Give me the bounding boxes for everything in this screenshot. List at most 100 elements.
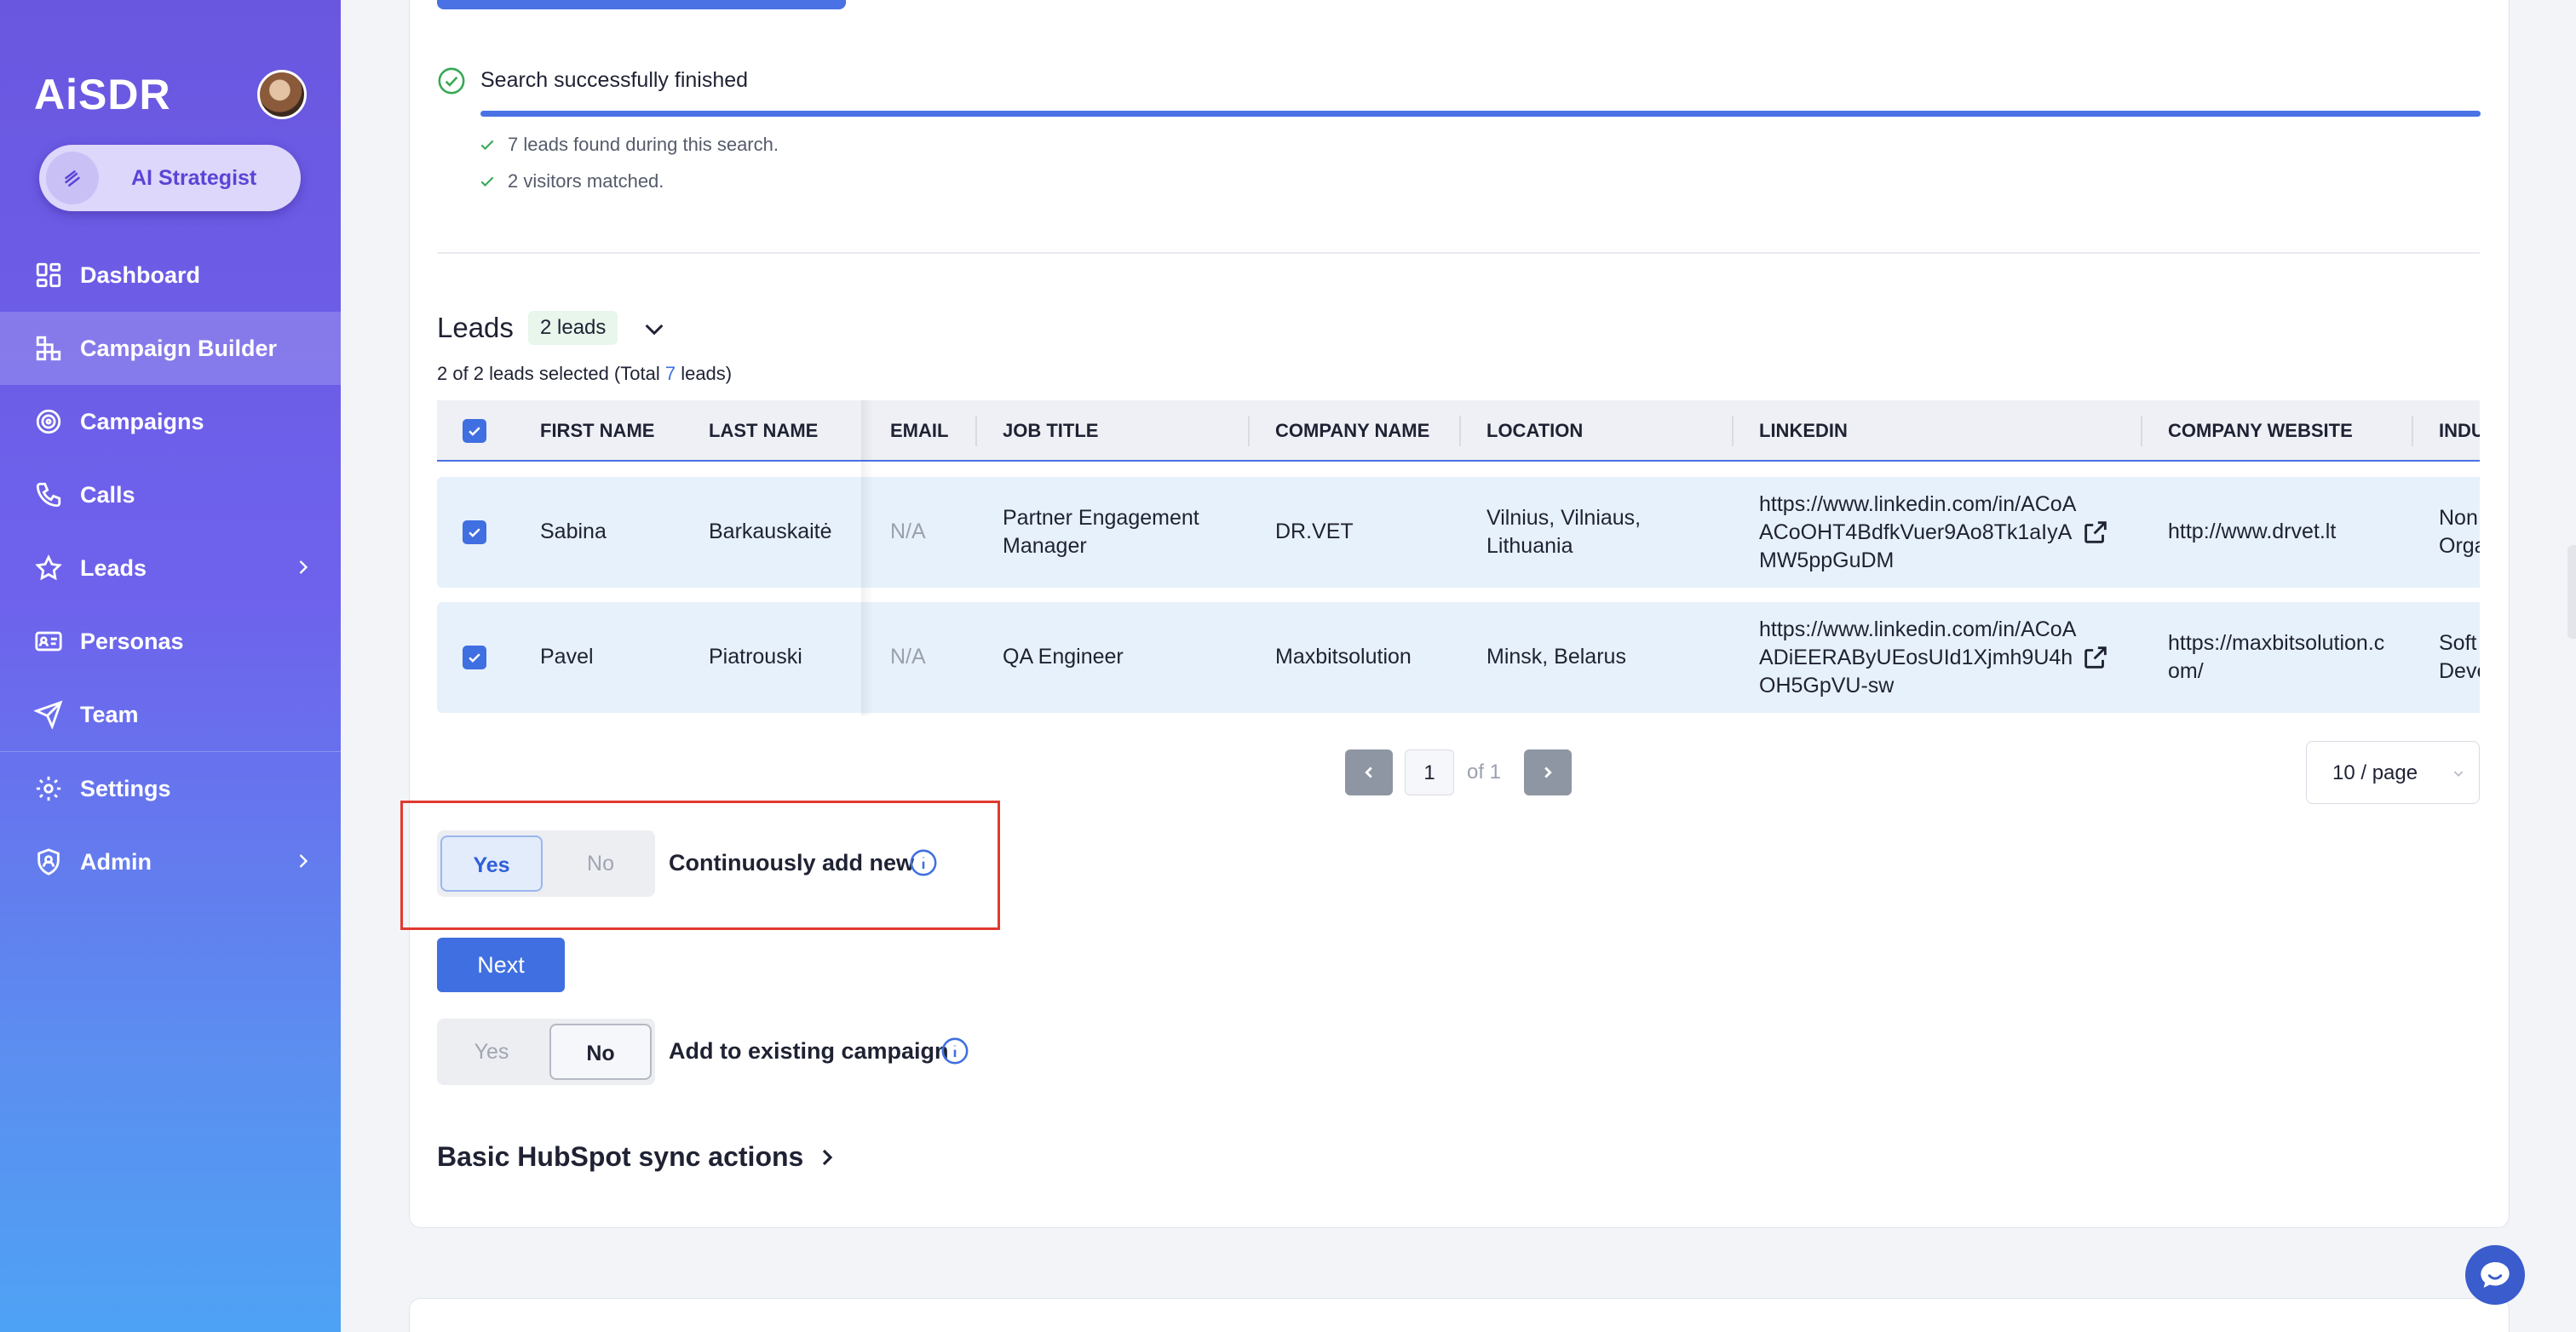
sticky-column-shadow <box>861 400 873 715</box>
col-company-name[interactable]: COMPANY NAME <box>1275 400 1429 462</box>
cell-company: DR.VET <box>1275 520 1354 543</box>
existing-campaign-toggle[interactable]: Yes No <box>437 1019 655 1085</box>
existing-campaign-label: Add to existing campaign <box>669 1038 949 1064</box>
chevron-right-icon <box>299 560 308 574</box>
cell-company: Maxbitsolution <box>1275 645 1412 669</box>
sidebar-item-label: Dashboard <box>80 261 201 288</box>
sidebar-item-calls[interactable]: Calls <box>0 458 341 531</box>
col-company-website[interactable]: COMPANY WEBSITE <box>2168 400 2353 462</box>
sidebar-item-label: Personas <box>80 628 184 654</box>
cell-website[interactable]: https://maxbitsolution.com/ <box>2168 629 2389 686</box>
star-icon <box>35 554 62 581</box>
shield-user-icon <box>37 848 60 876</box>
sidebar-item-admin[interactable]: Admin <box>0 825 341 899</box>
hubspot-sync-section[interactable]: Basic HubSpot sync actions <box>437 1141 841 1173</box>
col-location[interactable]: LOCATION <box>1486 400 1583 462</box>
chevron-down-icon[interactable] <box>641 315 668 342</box>
table-row[interactable]: Sabina Barkauskaitė N/A Partner Engageme… <box>437 477 2480 588</box>
column-separator <box>1459 416 1461 446</box>
result-text: 2 visitors matched. <box>508 170 664 192</box>
sidebar-item-label: Campaigns <box>80 408 204 434</box>
row-checkbox[interactable] <box>463 646 486 669</box>
page-number[interactable]: 1 <box>1405 749 1454 795</box>
info-icon[interactable] <box>909 848 938 877</box>
cell-linkedin[interactable]: https://www.linkedin.com/in/ACoAADiEERAB… <box>1759 616 2083 700</box>
page-size-select[interactable]: 10 / page <box>2306 741 2480 804</box>
cell-linkedin[interactable]: https://www.linkedin.com/in/ACoAACoOHT4B… <box>1759 491 2083 575</box>
result-line: 2 visitors matched. <box>479 170 664 192</box>
chevron-right-icon <box>1544 766 1552 778</box>
gear-icon <box>36 776 61 801</box>
sidebar-item-team[interactable]: Team <box>0 678 341 751</box>
external-link-icon[interactable] <box>2081 518 2110 547</box>
sidebar-item-label: Leads <box>80 554 147 581</box>
sidebar-item-label: Admin <box>80 848 152 875</box>
col-email[interactable]: EMAIL <box>890 400 948 462</box>
leads-table: FIRST NAME LAST NAME EMAIL JOB TITLE COM… <box>437 400 2480 715</box>
next-card <box>409 1298 2510 1332</box>
selection-summary: 2 of 2 leads selected (Total 7 leads) <box>437 363 732 385</box>
sidebar-item-personas[interactable]: Personas <box>0 605 341 678</box>
search-progress-bar <box>480 111 2481 117</box>
col-first-name[interactable]: FIRST NAME <box>540 400 654 462</box>
cell-email: N/A <box>890 645 926 669</box>
sidebar-item-campaigns[interactable]: Campaigns <box>0 385 341 458</box>
cell-last-name: Piatrouski <box>709 645 802 669</box>
col-linkedin[interactable]: LINKEDIN <box>1759 400 1848 462</box>
section-divider <box>437 252 2480 254</box>
leads-title: Leads <box>437 312 514 343</box>
existing-yes-option[interactable]: Yes <box>440 1024 543 1080</box>
table-row[interactable]: Pavel Piatrouski N/A QA Engineer Maxbits… <box>437 602 2480 713</box>
prev-page-button[interactable] <box>1345 749 1393 795</box>
check-icon <box>469 427 480 436</box>
target-icon <box>36 409 61 434</box>
selection-total[interactable]: 7 <box>665 363 676 384</box>
col-job-title[interactable]: JOB TITLE <box>1003 400 1098 462</box>
cell-location: Minsk, Belarus <box>1486 645 1626 669</box>
cell-job-title: Partner Engagement Manager <box>1003 506 1199 558</box>
sidebar-item-label: Calls <box>80 481 135 508</box>
phone-icon <box>36 482 61 508</box>
check-circle-icon <box>438 67 465 95</box>
selection-prefix: 2 of 2 leads selected (Total <box>437 363 665 384</box>
chat-widget-button[interactable] <box>2465 1245 2525 1305</box>
row-checkbox[interactable] <box>463 520 486 544</box>
page-size-value: 10 / page <box>2332 761 2418 784</box>
table-header: FIRST NAME LAST NAME EMAIL JOB TITLE COM… <box>437 400 2480 462</box>
sidebar-item-campaign-builder[interactable]: Campaign Builder <box>0 312 341 385</box>
chevron-right-icon <box>823 1149 833 1165</box>
continuous-yes-option[interactable]: Yes <box>440 835 543 892</box>
cell-job-title: QA Engineer <box>1003 645 1124 669</box>
chevron-right-icon <box>299 854 308 868</box>
next-page-button[interactable] <box>1524 749 1572 795</box>
page-total: of 1 <box>1467 761 1502 784</box>
check-icon <box>480 140 494 151</box>
hubspot-sync-label: Basic HubSpot sync actions <box>437 1141 804 1172</box>
cell-email: N/A <box>890 520 926 543</box>
column-separator <box>1248 416 1250 446</box>
sidebar-item-settings[interactable]: Settings <box>0 752 341 825</box>
selection-suffix: leads) <box>676 363 733 384</box>
external-link-icon[interactable] <box>2081 643 2110 672</box>
leads-count-badge: 2 leads <box>528 311 618 345</box>
info-icon[interactable] <box>940 1036 969 1065</box>
col-industry[interactable]: INDU <box>2439 400 2480 462</box>
existing-no-option[interactable]: No <box>549 1024 652 1080</box>
send-icon <box>34 700 63 729</box>
sidebar-item-dashboard[interactable]: Dashboard <box>0 238 341 312</box>
user-avatar[interactable] <box>257 70 307 119</box>
check-icon <box>469 653 480 663</box>
app-logo[interactable]: AiSDR <box>34 70 171 119</box>
col-last-name[interactable]: LAST NAME <box>709 400 818 462</box>
top-accent-bar <box>437 0 846 9</box>
cell-website[interactable]: http://www.drvet.lt <box>2168 518 2336 546</box>
next-button[interactable]: Next <box>437 938 565 992</box>
select-all-checkbox[interactable] <box>463 419 486 443</box>
sidebar-item-label: Team <box>80 701 139 727</box>
ai-strategist-button[interactable]: AI Strategist <box>39 145 301 211</box>
sidebar-item-leads[interactable]: Leads <box>0 531 341 605</box>
continuous-no-option[interactable]: No <box>549 835 652 892</box>
cell-last-name: Barkauskaitė <box>709 520 832 543</box>
side-panel-handle[interactable] <box>2567 545 2576 639</box>
continuous-add-toggle[interactable]: Yes No <box>437 830 655 897</box>
